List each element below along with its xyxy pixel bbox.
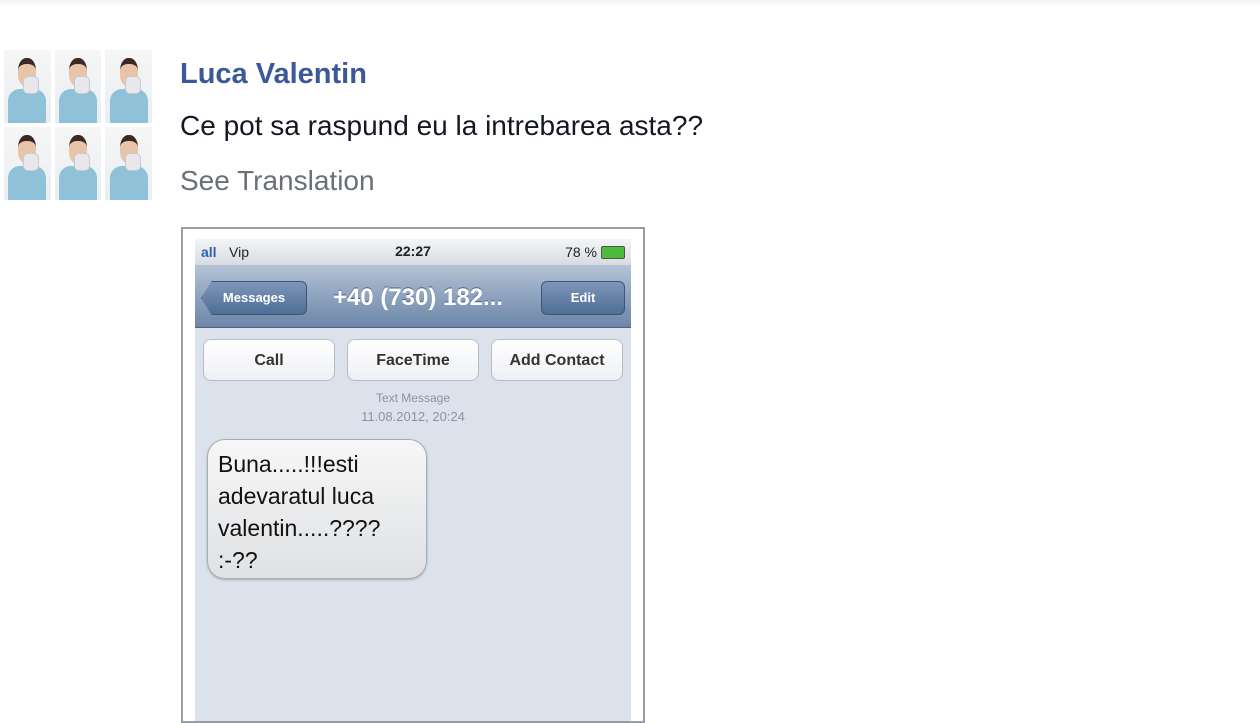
see-translation-link[interactable]: See Translation <box>180 165 375 197</box>
avatar-tile <box>54 50 102 123</box>
message-text: Buna.....!!!esti adevaratul luca valenti… <box>218 451 381 573</box>
phone-screenshot: all Vip 22:27 78 % Messages +40 (730) 18… <box>195 239 631 721</box>
contact-actions: Call FaceTime Add Contact <box>203 339 623 381</box>
call-button: Call <box>203 339 335 381</box>
contact-number-title: +40 (730) 182... <box>332 284 504 311</box>
received-message-bubble: Buna.....!!!esti adevaratul luca valenti… <box>207 439 427 579</box>
avatar-tile <box>54 127 102 200</box>
post-text: Ce pot sa raspund eu la intrebarea asta?… <box>180 110 704 141</box>
profile-avatar[interactable] <box>4 50 152 200</box>
avatar-tile <box>4 127 51 200</box>
avatar-tile <box>105 50 152 123</box>
battery-icon <box>601 246 625 259</box>
messages-back-button: Messages <box>201 281 307 315</box>
battery-percent: 78 % <box>565 244 597 260</box>
phone-nav-bar: Messages +40 (730) 182... Edit <box>195 265 631 328</box>
add-contact-button: Add Contact <box>491 339 623 381</box>
facetime-button: FaceTime <box>347 339 479 381</box>
attached-photo[interactable]: all Vip 22:27 78 % Messages +40 (730) 18… <box>181 227 645 723</box>
message-type-label: Text Message <box>375 391 451 405</box>
edit-button: Edit <box>541 281 625 315</box>
feed-post: Luca Valentin Ce pot sa raspund eu la in… <box>0 0 1260 723</box>
author-name-link[interactable]: Luca Valentin <box>180 58 367 91</box>
message-timestamp: 11.08.2012, 20:24 <box>361 409 465 424</box>
avatar-tile <box>105 127 152 200</box>
avatar-tile <box>4 50 51 123</box>
phone-status-bar: all Vip 22:27 78 % <box>195 239 631 265</box>
